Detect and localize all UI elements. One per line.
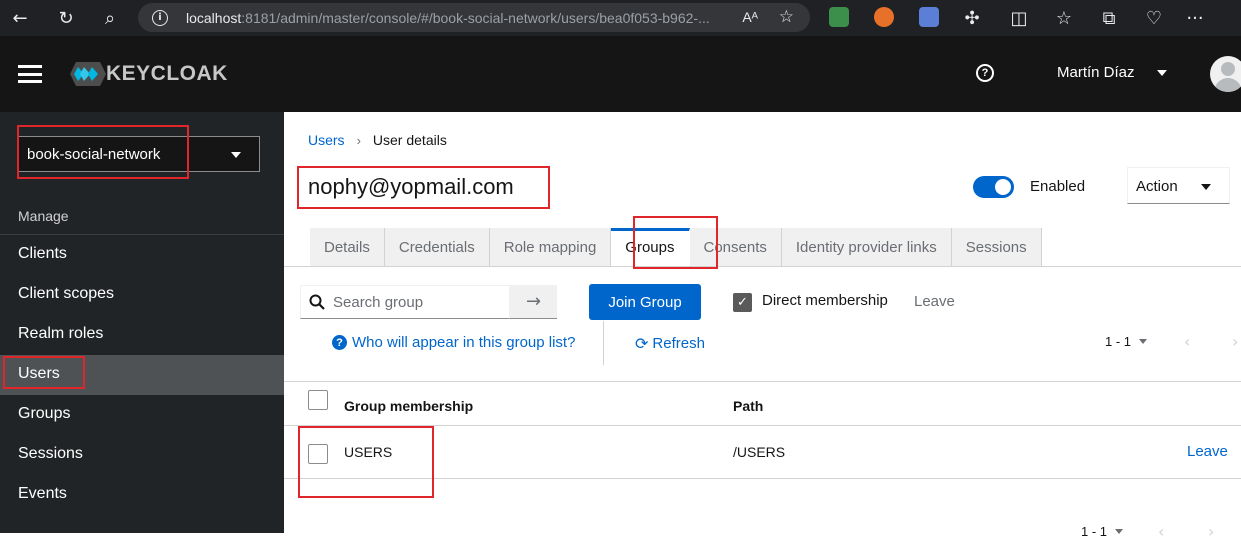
enabled-toggle[interactable] [973, 176, 1014, 198]
split-screen-icon[interactable]: ◫ [1007, 6, 1031, 30]
favorite-star-icon[interactable]: ☆ [779, 7, 794, 27]
keycloak-logo-icon [70, 62, 106, 86]
caret-down-icon[interactable] [1157, 70, 1167, 76]
user-menu-toggle[interactable]: Martín Díaz [1057, 64, 1135, 81]
page-title: nophy@yopmail.com [308, 174, 514, 199]
main-content: Users › User details nophy@yopmail.com E… [284, 112, 1241, 541]
app-header: KEYCLOAK ? Martín Díaz [0, 36, 1241, 112]
info-icon[interactable]: i [152, 9, 168, 26]
address-bar[interactable]: i localhost:8181/admin/master/console/#/… [138, 3, 810, 32]
join-group-button[interactable]: Join Group [589, 284, 701, 320]
caret-down-icon [231, 152, 241, 158]
tab-consents[interactable]: Consents [689, 228, 782, 266]
caret-down-icon [1201, 184, 1211, 190]
extension-blue-icon[interactable] [919, 7, 939, 27]
sidebar-item-client-scopes[interactable]: Client scopes [0, 275, 284, 315]
arrow-right-icon: → [525, 291, 542, 312]
sidebar-item-groups[interactable]: Groups [0, 395, 284, 435]
action-dropdown[interactable]: Action [1127, 167, 1230, 204]
bottom-next-page-button[interactable]: › [1208, 522, 1214, 541]
refresh-icon: ⟳ [635, 334, 649, 353]
leave-button[interactable]: Leave [914, 293, 955, 310]
divider [284, 381, 1241, 382]
url-path: :8181/admin/master/console/#/book-social… [241, 9, 710, 26]
group-path-cell: /USERS [733, 444, 786, 460]
extension-icon[interactable] [829, 7, 849, 27]
breadcrumb-users-link[interactable]: Users [308, 132, 345, 148]
who-will-appear-label: Who will appear in this group list? [352, 334, 576, 351]
puzzle-icon[interactable]: ✣ [960, 6, 984, 30]
tab-credentials[interactable]: Credentials [384, 228, 490, 266]
enabled-label: Enabled [1030, 178, 1086, 195]
url-host: localhost [186, 9, 242, 26]
favorites-icon[interactable]: ☆ [1052, 6, 1076, 30]
extension-orange-icon[interactable] [874, 7, 894, 27]
who-will-appear-link[interactable]: ? Who will appear in this group list? [332, 334, 575, 351]
pagination-range: 1 - 1 [1105, 334, 1132, 349]
group-name-cell: USERS [344, 444, 393, 460]
tab-sessions[interactable]: Sessions [951, 228, 1042, 266]
action-label: Action [1136, 178, 1178, 195]
question-circle-icon: ? [332, 335, 347, 350]
sidebar-item-clients[interactable]: Clients [0, 235, 284, 275]
search-icon [309, 294, 325, 310]
select-all-checkbox[interactable] [308, 390, 328, 410]
pagination-toggle[interactable]: 1 - 1 [1105, 334, 1148, 349]
breadcrumb: Users › User details [308, 132, 447, 148]
bottom-previous-page-button[interactable]: ‹ [1158, 522, 1164, 541]
search-icon[interactable]: ⌕ [98, 6, 122, 30]
address-url[interactable]: localhost:8181/admin/master/console/#/bo… [186, 10, 726, 26]
search-group-input[interactable] [333, 293, 503, 311]
more-icon[interactable]: ··· [1183, 6, 1207, 30]
refresh-button[interactable]: ⟳ Refresh [635, 334, 705, 353]
help-icon[interactable]: ? [976, 64, 994, 82]
realm-selector[interactable]: book-social-network [18, 136, 260, 172]
health-icon[interactable]: ♡ [1142, 6, 1166, 30]
refresh-label: Refresh [652, 335, 705, 352]
browser-toolbar: ← ↻ ⌕ i localhost:8181/admin/master/cons… [0, 0, 1241, 36]
sidebar: book-social-network Manage Clients Clien… [0, 112, 284, 533]
bottom-pagination-range: 1 - 1 [1081, 524, 1108, 539]
breadcrumb-current: User details [372, 132, 447, 148]
column-header-path[interactable]: Path [733, 398, 763, 414]
read-aloud-icon[interactable]: Aᴬ [742, 9, 758, 25]
sidebar-item-realm-roles[interactable]: Realm roles [0, 315, 284, 355]
bottom-pagination-toggle[interactable]: 1 - 1 [1081, 524, 1124, 539]
search-group-box[interactable] [300, 285, 510, 319]
avatar[interactable] [1210, 56, 1241, 92]
tab-groups[interactable]: Groups [611, 228, 690, 266]
back-arrow-icon[interactable]: ← [8, 6, 32, 30]
sidebar-item-events[interactable]: Events [0, 475, 284, 515]
logo-text: KEYCLOAK [106, 62, 228, 85]
leave-group-link[interactable]: Leave [1187, 443, 1228, 460]
sidebar-item-sessions[interactable]: Sessions [0, 435, 284, 475]
caret-down-icon [1139, 339, 1148, 344]
divider [603, 321, 604, 365]
sidebar-item-users[interactable]: Users [0, 355, 284, 395]
caret-down-icon [1115, 529, 1124, 534]
divider [284, 478, 1241, 479]
chevron-right-icon: › [356, 132, 361, 148]
hamburger-menu-icon[interactable] [18, 65, 42, 83]
tabs: Details Credentials Role mapping Groups … [310, 228, 1042, 266]
previous-page-button[interactable]: ‹ [1184, 332, 1190, 351]
next-page-button[interactable]: › [1232, 332, 1238, 351]
nav-section-title: Manage [18, 208, 69, 224]
divider [284, 425, 1241, 426]
column-header-group-membership[interactable]: Group membership [344, 398, 473, 414]
keycloak-logo[interactable]: KEYCLOAK [70, 60, 228, 88]
realm-name: book-social-network [27, 146, 161, 163]
divider [284, 266, 1241, 267]
tab-details[interactable]: Details [310, 228, 385, 266]
reload-icon[interactable]: ↻ [54, 6, 78, 30]
tab-identity-provider-links[interactable]: Identity provider links [781, 228, 952, 266]
search-submit-button[interactable]: → [510, 285, 557, 319]
collections-icon[interactable]: ⧉ [1097, 6, 1121, 30]
row-checkbox[interactable] [308, 444, 328, 464]
tab-role-mapping[interactable]: Role mapping [489, 228, 612, 266]
direct-membership-checkbox[interactable]: ✓ [733, 293, 752, 312]
direct-membership-label: Direct membership [762, 292, 888, 309]
